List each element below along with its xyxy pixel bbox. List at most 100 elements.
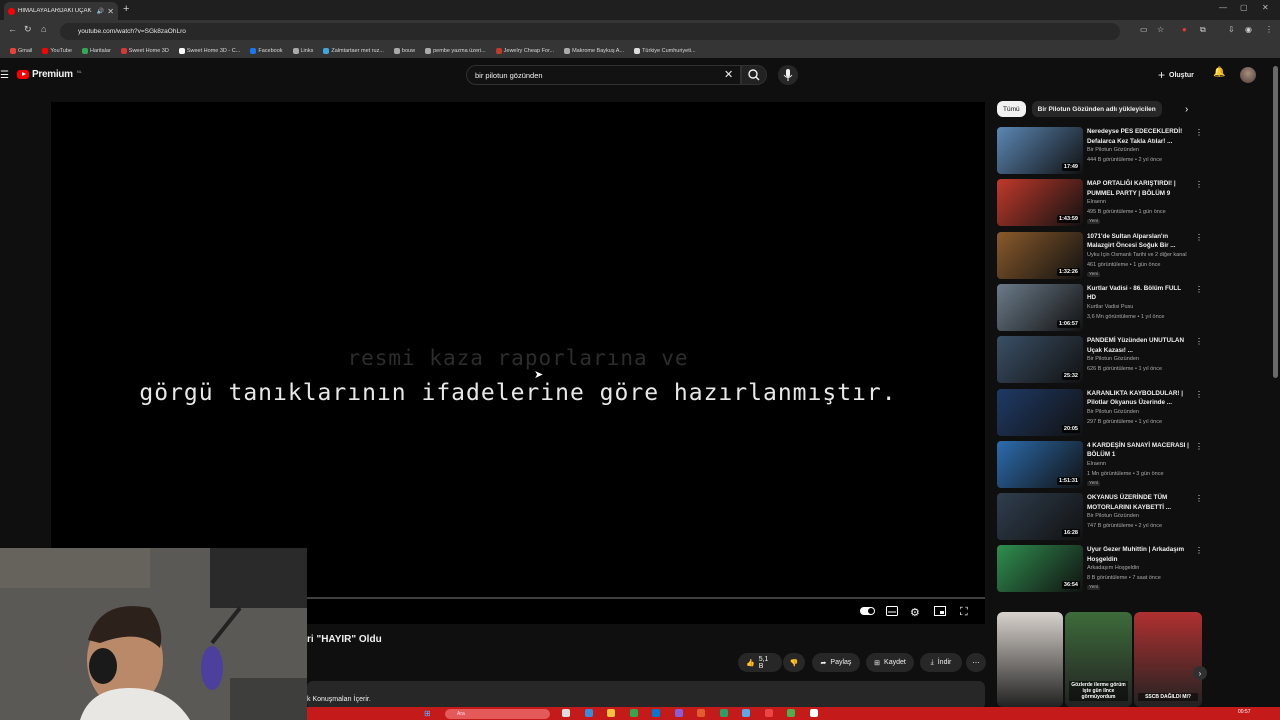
- more-vertical-icon[interactable]: ⋮: [1195, 494, 1203, 503]
- taskbar-app-icon[interactable]: [697, 709, 705, 717]
- subtitles-button[interactable]: [886, 606, 898, 619]
- more-vertical-icon[interactable]: ⋮: [1195, 128, 1203, 137]
- taskbar-app-icon[interactable]: [719, 709, 728, 717]
- chevron-right-icon[interactable]: ›: [1185, 104, 1188, 115]
- miniplayer-button[interactable]: [934, 606, 946, 619]
- taskbar-app-icon[interactable]: [764, 709, 773, 717]
- address-bar[interactable]: youtube.com/watch?v=SGk8zaOhLro: [60, 23, 1120, 40]
- channel-name[interactable]: Elraenn: [1087, 461, 1199, 467]
- create-button[interactable]: + Oluştur: [1158, 68, 1194, 82]
- description-box[interactable]: [307, 681, 985, 709]
- recommendation-item[interactable]: 1:51:31 4 KARDEŞİN SANAYİ MACERASI | BÖLÜ…: [997, 440, 1203, 489]
- recommendation-item[interactable]: 1:32:26 1071'de Sultan Alparslan'ın Malaz…: [997, 231, 1203, 280]
- bookmark-item[interactable]: bouw: [393, 47, 415, 54]
- extensions-puzzle-icon[interactable]: ⧉: [1200, 25, 1206, 35]
- video-thumbnail[interactable]: 1:32:26: [997, 231, 1083, 279]
- shelf-video-thumbnail[interactable]: [997, 612, 1063, 707]
- video-thumbnail[interactable]: 25:32: [997, 336, 1083, 384]
- more-vertical-icon[interactable]: ⋮: [1195, 180, 1203, 189]
- more-actions-button[interactable]: ⋯: [966, 653, 986, 672]
- clear-search-icon[interactable]: ✕: [724, 68, 733, 81]
- home-icon[interactable]: ⌂: [41, 24, 46, 34]
- bookmark-item[interactable]: YouTube: [42, 47, 72, 54]
- video-thumbnail[interactable]: 16:28: [997, 493, 1083, 541]
- avatar[interactable]: [1240, 67, 1256, 83]
- video-thumbnail[interactable]: 36:54: [997, 545, 1083, 593]
- recommendation-item[interactable]: 25:32 PANDEMİ Yüzünden UNUTULAN Uçak Kaza…: [997, 336, 1203, 384]
- settings-button[interactable]: ⚙: [910, 606, 920, 619]
- bookmark-item[interactable]: Sweet Home 3D: [120, 47, 169, 54]
- chip-all[interactable]: Tümü: [997, 101, 1026, 117]
- video-thumbnail[interactable]: 1:06:57: [997, 283, 1083, 331]
- browser-tab[interactable]: HİMALAYALARDAKİ UÇAK 🔊 ✕: [4, 2, 118, 20]
- video-thumbnail[interactable]: 1:51:31: [997, 440, 1083, 488]
- maximize-button[interactable]: ▢: [1240, 3, 1248, 12]
- chip-uploader[interactable]: Bir Pilotun Gözünden adlı yükleyicilen: [1031, 101, 1162, 117]
- back-arrow-icon[interactable]: ←: [8, 24, 17, 34]
- taskbar-app-icon[interactable]: [562, 709, 570, 717]
- bookmark-star-icon[interactable]: ☆: [1157, 25, 1164, 34]
- search-input[interactable]: bir pilotun gözünden: [466, 65, 741, 85]
- browser-menu-icon[interactable]: ⋮: [1265, 25, 1273, 34]
- channel-name[interactable]: Arkadaşım Hoşgeldin: [1087, 565, 1199, 571]
- bookmark-item[interactable]: Gmail: [10, 47, 32, 54]
- recommendation-title[interactable]: 4 KARDEŞİN SANAYİ MACERASI | BÖLÜM 1: [1087, 441, 1189, 460]
- recommendation-title[interactable]: PANDEMİ Yüzünden UNUTULAN Uçak Kazası! .…: [1087, 336, 1189, 355]
- reload-icon[interactable]: ↻: [24, 24, 32, 35]
- taskbar-app-icon[interactable]: [809, 709, 818, 717]
- recommendation-item[interactable]: 20:05 KARANLIKTA KAYBOLDULAR! | Pilotlar …: [997, 388, 1203, 437]
- video-thumbnail[interactable]: 20:05: [997, 388, 1083, 436]
- taskbar-app-icon[interactable]: [629, 709, 638, 717]
- recommendation-title[interactable]: Kurtlar Vadisi - 86. Bölüm FULL HD: [1087, 284, 1189, 303]
- bookmark-item[interactable]: pembe yazma üzeri...: [425, 47, 486, 54]
- video-thumbnail[interactable]: 1:43:59: [997, 179, 1083, 227]
- more-vertical-icon[interactable]: ⋮: [1195, 546, 1203, 555]
- profile-icon[interactable]: ◉: [1245, 25, 1252, 34]
- more-vertical-icon[interactable]: ⋮: [1195, 442, 1203, 451]
- download-button[interactable]: ⤓ İndir: [920, 653, 962, 672]
- channel-name[interactable]: Uyku İçin Osmanlı Tarihi ve 2 diğer kana…: [1087, 252, 1199, 258]
- recommendation-title[interactable]: Neredeyse PES EDECEKLERDİ! Defalarca Kez…: [1087, 127, 1189, 146]
- taskbar-app-icon[interactable]: [742, 709, 750, 717]
- recommendation-item[interactable]: 36:54 Uyur Gezer Muhittin | Arkadaşım Hoş…: [997, 545, 1203, 593]
- extension-icon[interactable]: ●: [1182, 25, 1187, 34]
- bookmark-item[interactable]: Haritalar: [82, 47, 111, 54]
- share-button[interactable]: ➦ Paylaş: [812, 653, 860, 672]
- video-thumbnail[interactable]: 17:49: [997, 127, 1083, 174]
- more-vertical-icon[interactable]: ⋮: [1195, 233, 1203, 242]
- bookmark-item[interactable]: Sweet Home 3D - C...: [178, 47, 240, 54]
- shelf-next-button[interactable]: ›: [1193, 666, 1207, 680]
- recommendation-title[interactable]: KARANLIKTA KAYBOLDULAR! | Pilotlar Okyan…: [1087, 389, 1189, 408]
- close-tab-icon[interactable]: ✕: [107, 7, 114, 16]
- channel-name[interactable]: Kurtlar Vadisi Pusu: [1087, 304, 1199, 310]
- speaker-icon[interactable]: 🔊: [97, 8, 104, 15]
- cast-icon[interactable]: ▭: [1140, 25, 1148, 34]
- search-button[interactable]: [741, 65, 767, 85]
- more-vertical-icon[interactable]: ⋮: [1195, 285, 1203, 294]
- recommendation-item[interactable]: 16:28 OKYANUS ÜZERİNDE TÜM MOTORLARINI KA…: [997, 493, 1203, 541]
- youtube-premium-logo[interactable]: Premium NL: [17, 69, 82, 80]
- recommendation-item[interactable]: 1:43:59 MAP ORTALIĞI KARIŞTIRDI! | PUMMEL…: [997, 179, 1203, 227]
- downloads-icon[interactable]: ⇩: [1228, 25, 1235, 34]
- voice-search-button[interactable]: [778, 65, 798, 85]
- fullscreen-button[interactable]: ⛶: [960, 606, 968, 619]
- progress-bar[interactable]: [307, 597, 985, 599]
- bookmark-item[interactable]: Makrome Baykuş A...: [564, 47, 624, 54]
- taskbar-app-icon[interactable]: [584, 709, 593, 717]
- bookmark-item[interactable]: Facebook: [250, 47, 283, 54]
- taskbar-search[interactable]: Ara: [445, 709, 550, 719]
- taskbar-app-icon[interactable]: [607, 709, 615, 717]
- bookmark-item[interactable]: Zalmtartaer met ruz...: [323, 47, 384, 54]
- close-window-button[interactable]: ✕: [1262, 3, 1269, 12]
- recommendation-title[interactable]: 1071'de Sultan Alparslan'ın Malazgirt Ön…: [1087, 232, 1189, 251]
- scrollbar[interactable]: [1273, 66, 1278, 378]
- channel-name[interactable]: Bir Pilotun Gözünden: [1087, 513, 1199, 519]
- recommendation-title[interactable]: MAP ORTALIĞI KARIŞTIRDI! | PUMMEL PARTY …: [1087, 179, 1189, 198]
- bookmark-item[interactable]: Jewelry Cheap For...: [495, 47, 554, 54]
- more-vertical-icon[interactable]: ⋮: [1195, 337, 1203, 346]
- bookmark-item[interactable]: Links: [292, 47, 313, 54]
- recommendation-title[interactable]: Uyur Gezer Muhittin | Arkadaşım Hoşgeldi…: [1087, 545, 1189, 564]
- taskbar-app-icon[interactable]: [674, 709, 683, 717]
- channel-name[interactable]: Bir Pilotun Gözünden: [1087, 356, 1199, 362]
- channel-name[interactable]: Bir Pilotun Gözünden: [1087, 147, 1199, 153]
